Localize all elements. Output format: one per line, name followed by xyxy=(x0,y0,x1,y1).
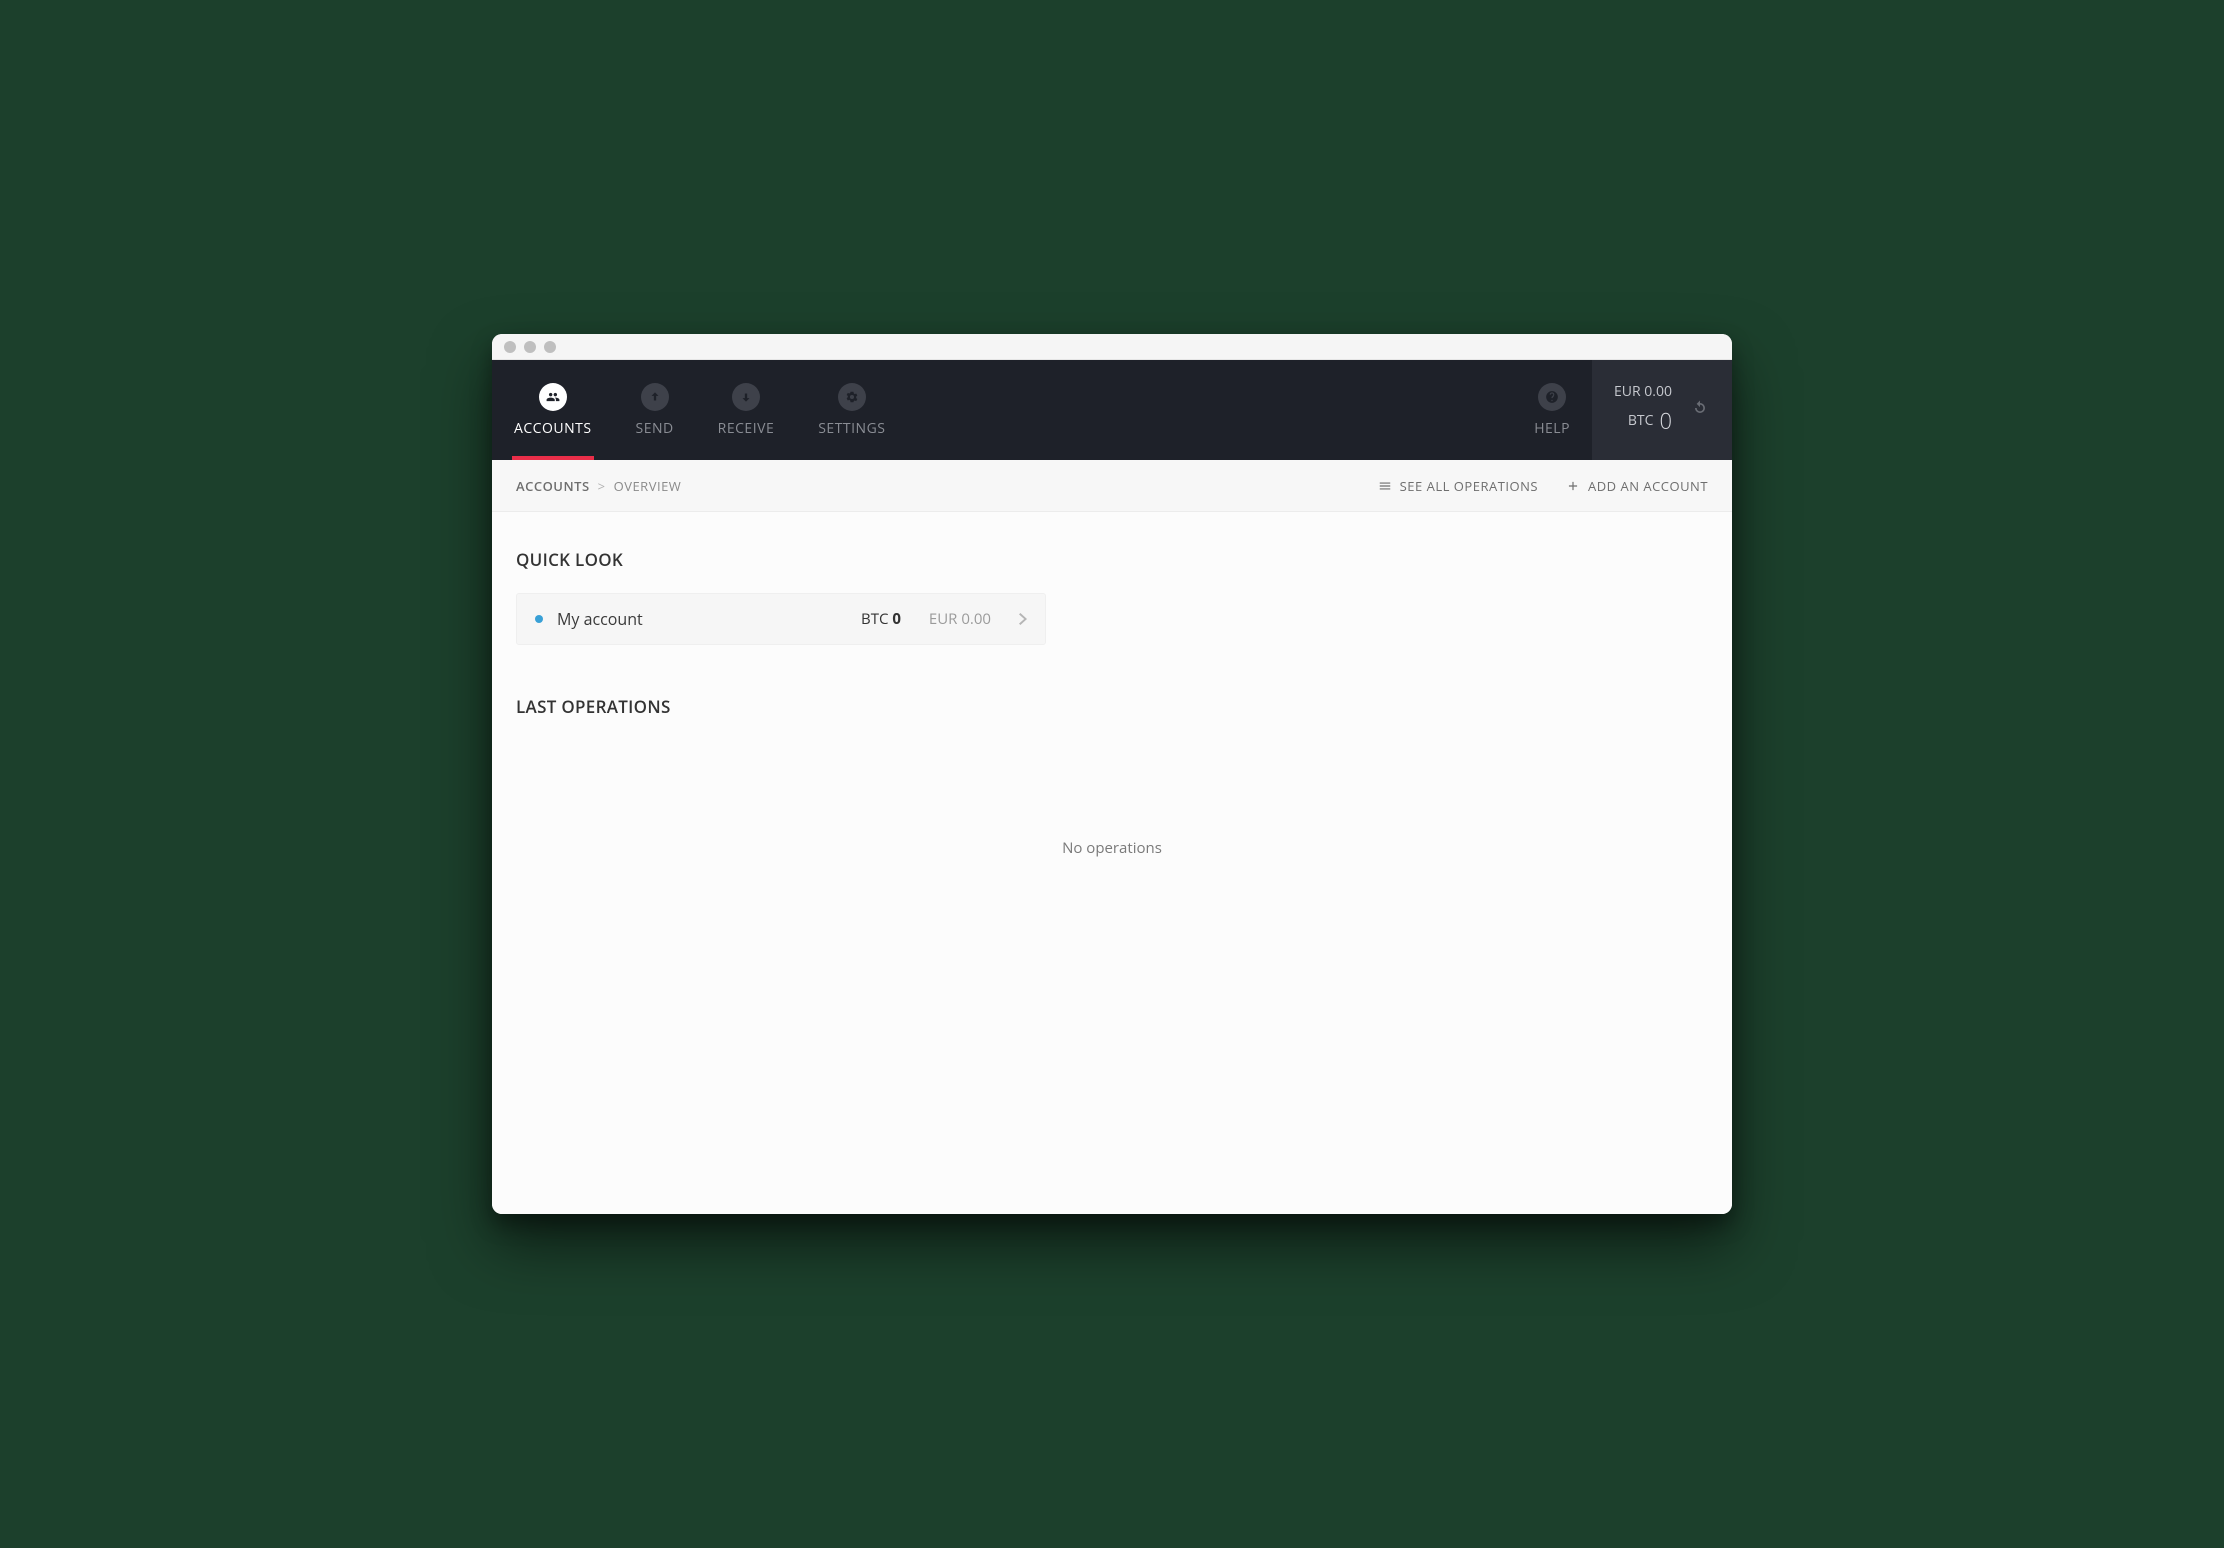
balance-btc-value: 0 xyxy=(1659,404,1672,439)
breadcrumb-root[interactable]: ACCOUNTS xyxy=(516,477,590,495)
app-window: ACCOUNTS SEND RECEIVE SETTINGS xyxy=(492,334,1732,1214)
account-color-dot xyxy=(535,615,543,623)
nav-help-label: HELP xyxy=(1534,419,1570,438)
quick-look-heading: QUICK LOOK xyxy=(516,548,1708,571)
balance-panel: EUR 0.00 BTC 0 xyxy=(1592,360,1732,460)
account-btc-label: BTC xyxy=(861,609,888,629)
window-zoom-dot[interactable] xyxy=(544,341,556,353)
nav-send-label: SEND xyxy=(636,419,674,438)
nav-accounts-label: ACCOUNTS xyxy=(514,419,592,438)
nav-settings-label: SETTINGS xyxy=(818,419,885,438)
nav-left-group: ACCOUNTS SEND RECEIVE SETTINGS xyxy=(492,360,907,460)
nav-help[interactable]: HELP xyxy=(1512,360,1592,460)
chevron-right-icon xyxy=(1019,608,1027,630)
breadcrumb-bar: ACCOUNTS > OVERVIEW SEE ALL OPERATIONS A… xyxy=(492,460,1732,512)
accounts-icon xyxy=(539,383,567,411)
window-minimize-dot[interactable] xyxy=(524,341,536,353)
add-account-button[interactable]: ADD AN ACCOUNT xyxy=(1566,477,1708,495)
nav-receive[interactable]: RECEIVE xyxy=(696,360,797,460)
last-operations-heading: LAST OPERATIONS xyxy=(516,695,1708,718)
account-btc-value: 0 xyxy=(892,609,901,629)
plus-icon xyxy=(1566,479,1580,493)
list-icon xyxy=(1378,479,1392,493)
top-nav: ACCOUNTS SEND RECEIVE SETTINGS xyxy=(492,360,1732,460)
help-icon xyxy=(1538,383,1566,411)
account-eur: EUR 0.00 xyxy=(929,609,991,629)
no-operations-text: No operations xyxy=(516,838,1708,858)
window-titlebar xyxy=(492,334,1732,360)
breadcrumb-current: OVERVIEW xyxy=(614,477,682,495)
refresh-icon[interactable] xyxy=(1690,398,1710,423)
breadcrumb-separator: > xyxy=(598,477,606,495)
content-area: QUICK LOOK My account BTC 0 EUR 0.00 LAS… xyxy=(492,512,1732,1214)
balance-eur: EUR 0.00 xyxy=(1614,381,1672,403)
nav-send[interactable]: SEND xyxy=(614,360,696,460)
receive-icon xyxy=(732,383,760,411)
account-btc: BTC 0 xyxy=(861,609,901,629)
account-name: My account xyxy=(557,608,643,630)
add-account-label: ADD AN ACCOUNT xyxy=(1588,477,1708,495)
see-all-operations-button[interactable]: SEE ALL OPERATIONS xyxy=(1378,477,1538,495)
balance-btc-label: BTC xyxy=(1628,410,1654,432)
see-all-operations-label: SEE ALL OPERATIONS xyxy=(1400,477,1538,495)
gear-icon xyxy=(838,383,866,411)
nav-receive-label: RECEIVE xyxy=(718,419,775,438)
account-card[interactable]: My account BTC 0 EUR 0.00 xyxy=(516,593,1046,645)
balance-lines: EUR 0.00 BTC 0 xyxy=(1614,381,1672,439)
nav-accounts[interactable]: ACCOUNTS xyxy=(492,360,614,460)
send-icon xyxy=(641,383,669,411)
window-close-dot[interactable] xyxy=(504,341,516,353)
nav-settings[interactable]: SETTINGS xyxy=(796,360,907,460)
